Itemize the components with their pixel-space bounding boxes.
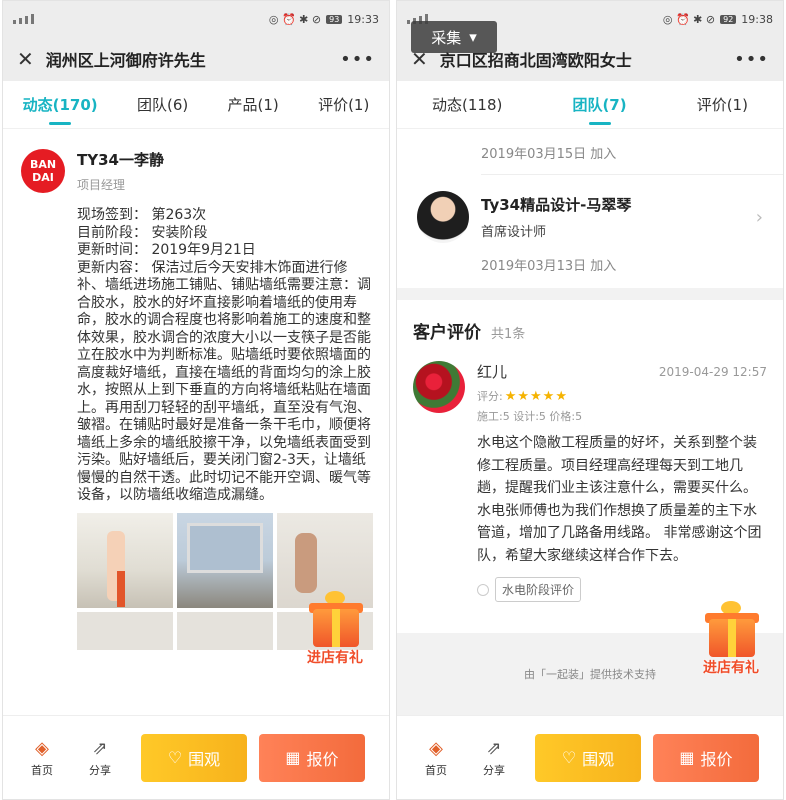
review-subscores: 施工:5 设计:5 价格:5 [477, 410, 583, 423]
tab-products[interactable]: 产品(1) [228, 82, 279, 127]
share-icon: ⇗ [92, 737, 108, 759]
close-icon[interactable]: ✕ [17, 47, 34, 71]
screenshot-stage: ◎ ⏰ ✱ ⊘ 93 19:33 ✕ 润州区上河御府许先生 ••• 动态(170… [0, 0, 786, 800]
calculator-icon: ▦ [679, 748, 695, 767]
quote-label: 报价 [700, 749, 733, 769]
quote-button[interactable]: ▦ 报价 [259, 733, 365, 782]
tab-updates[interactable]: 动态(170) [23, 82, 98, 127]
score-label: 评分: [477, 390, 503, 403]
post-body: 现场签到： 第263次 目前阶段： 安装阶段 更新时间： 2019年9月21日 … [77, 207, 371, 505]
site-photo[interactable] [77, 512, 173, 608]
joined-date: 2019年03月15日 加入 [481, 147, 617, 162]
checkin-count: 现场签到： 第263次 [77, 207, 207, 223]
avatar [417, 191, 469, 243]
calculator-icon: ▦ [285, 748, 301, 767]
tab-bar: 动态(170) 团队(6) 产品(1) 评价(1) [3, 81, 389, 129]
tab-team[interactable]: 团队(7) [572, 82, 627, 127]
share-button[interactable]: ⇗ 分享 [473, 738, 515, 778]
more-icon[interactable]: ••• [734, 49, 769, 70]
tag-label: 水电阶段评价 [495, 577, 582, 602]
status-icons: ◎ ⏰ ✱ ⊘ [662, 12, 716, 26]
battery-icon: 92 [720, 14, 737, 24]
review-text: 水电这个隐敝工程质量的好坏，关系到整个装修工程质量。项目经理高经理每天到工地几趟… [477, 435, 762, 564]
quote-button[interactable]: ▦ 报价 [653, 733, 759, 782]
more-icon[interactable]: ••• [340, 49, 375, 70]
logo-text-line2: DAI [32, 171, 54, 184]
quote-label: 报价 [306, 749, 339, 769]
gift-promo-button[interactable]: 进店有礼 [695, 601, 767, 676]
caret-down-icon: ▾ [469, 28, 477, 46]
feed-post: BAN DAI TY34一李静 项目经理 现场签到： 第263次 目前阶段： 安… [3, 129, 389, 650]
signal-icon [13, 14, 34, 24]
company-logo: BAN DAI [21, 149, 65, 193]
author-role: 项目经理 [77, 178, 126, 192]
home-icon: ◈ [429, 737, 443, 759]
home-label: 首页 [425, 763, 447, 777]
heart-icon: ♡ [561, 748, 577, 767]
tab-reviews[interactable]: 评价(1) [697, 82, 748, 127]
right-phone-screen: ◎ ⏰ ✱ ⊘ 92 19:38 采集 ▾ ✕ 京口区招商北固湾欧阳女士 •••… [396, 0, 784, 800]
author-name: TY34一李静 [77, 151, 164, 169]
review-score: 评分: ★★★★★ [477, 388, 767, 404]
chevron-right-icon: › [755, 206, 763, 228]
reviews-header: 客户评价 共1条 [397, 300, 783, 353]
update-time: 更新时间： 2019年9月21日 [77, 242, 256, 258]
tab-bar: 动态(118) 团队(7) 评价(1) [397, 81, 783, 129]
heart-icon: ♡ [167, 748, 183, 767]
battery-icon: 93 [326, 14, 343, 24]
section-gap [397, 288, 783, 300]
member-name: Ty34精品设计-马翠琴 [481, 196, 632, 214]
current-stage: 目前阶段： 安装阶段 [77, 224, 208, 241]
review-time: 2019-04-29 12:57 [658, 364, 767, 379]
team-member-previous[interactable]: 2019年03月15日 加入 [397, 129, 783, 162]
home-button[interactable]: ◈ 首页 [21, 738, 63, 778]
status-time: 19:38 [741, 12, 773, 26]
tab-team[interactable]: 团队(6) [137, 82, 188, 127]
review-tag[interactable]: 水电阶段评价 [477, 577, 582, 602]
status-icons: ◎ ⏰ ✱ ⊘ [268, 12, 322, 26]
team-member[interactable]: Ty34精品设计-马翠琴 首席设计师 › 2019年03月13日 加入 [397, 175, 783, 274]
left-phone-screen: ◎ ⏰ ✱ ⊘ 93 19:33 ✕ 润州区上河御府许先生 ••• 动态(170… [2, 0, 390, 800]
title-bar: ✕ 润州区上河御府许先生 ••• [3, 37, 389, 81]
watch-button[interactable]: ♡ 围观 [141, 733, 247, 782]
bottom-action-bar: ◈ 首页 ⇗ 分享 ♡ 围观 ▦ 报价 [397, 715, 783, 799]
joined-date: 2019年03月13日 加入 [481, 259, 617, 274]
status-time: 19:33 [347, 12, 379, 26]
logo-text-line1: BAN [29, 158, 57, 171]
page-title: 润州区上河御府许先生 [45, 51, 206, 70]
reviewer-avatar [413, 361, 465, 413]
status-bar: ◎ ⏰ ✱ ⊘ 93 19:33 [3, 1, 389, 37]
site-photo[interactable] [177, 611, 273, 650]
gift-label: 进店有礼 [307, 650, 363, 666]
gift-promo-button[interactable]: 进店有礼 [299, 591, 371, 666]
site-photo[interactable] [77, 611, 173, 650]
share-icon: ⇗ [486, 737, 502, 759]
review-item: 红儿 2019-04-29 12:57 评分: ★★★★★ 施工:5 设计:5 … [397, 353, 783, 602]
post-header: BAN DAI TY34一李静 项目经理 [21, 149, 371, 193]
update-content: 更新内容： 保洁过后今天安排木饰面进行修补、墙纸进场施工铺贴、铺贴墙纸需要注意：… [77, 259, 371, 504]
member-title: 首席设计师 [481, 225, 547, 240]
home-button[interactable]: ◈ 首页 [415, 738, 457, 778]
watch-label: 围观 [188, 749, 221, 769]
tab-updates[interactable]: 动态(118) [432, 82, 502, 127]
bottom-action-bar: ◈ 首页 ⇗ 分享 ♡ 围观 ▦ 报价 [3, 715, 389, 799]
watch-button[interactable]: ♡ 围观 [535, 733, 641, 782]
share-label: 分享 [89, 763, 111, 777]
reviews-count: 共1条 [491, 327, 526, 342]
home-icon: ◈ [35, 737, 49, 759]
gift-label: 进店有礼 [703, 660, 759, 676]
home-label: 首页 [31, 763, 53, 777]
share-label: 分享 [483, 763, 505, 777]
collect-label: 采集 [431, 28, 462, 47]
collect-dropdown[interactable]: 采集 ▾ [411, 21, 497, 53]
watch-label: 围观 [582, 749, 615, 769]
tag-icon [477, 583, 489, 596]
tab-reviews[interactable]: 评价(1) [318, 82, 369, 127]
share-button[interactable]: ⇗ 分享 [79, 738, 121, 778]
star-rating-icon: ★★★★★ [504, 388, 568, 404]
reviewer-name: 红儿 [477, 363, 508, 381]
reviews-heading: 客户评价 [413, 323, 481, 343]
site-photo[interactable] [177, 512, 273, 608]
